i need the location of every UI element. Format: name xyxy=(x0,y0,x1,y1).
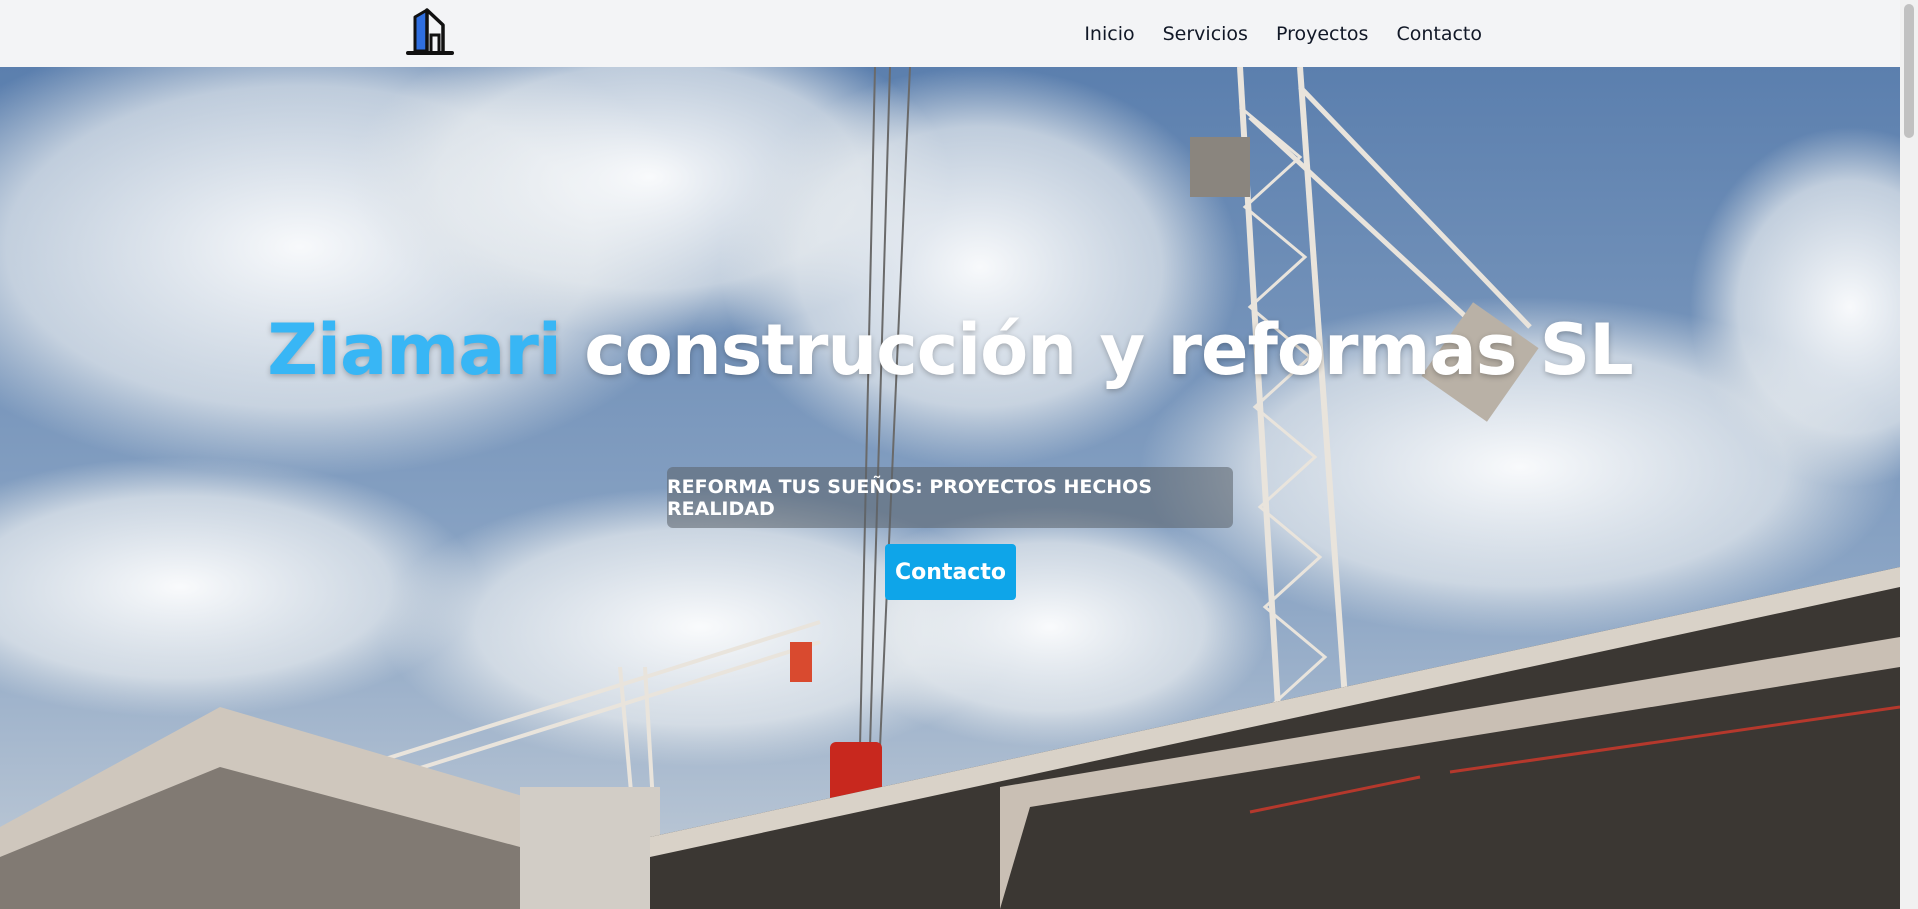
subtitle-banner: REFORMA TUS SUEÑOS: PROYECTOS HECHOS REA… xyxy=(667,467,1233,528)
nav-link-inicio[interactable]: Inicio xyxy=(1084,23,1134,45)
hero-title: Ziamari construcción y reformas SL xyxy=(0,312,1900,388)
main-nav: Inicio Servicios Proyectos Contacto xyxy=(1084,0,1482,67)
scrollbar-thumb[interactable] xyxy=(1904,4,1914,138)
site-header: Inicio Servicios Proyectos Contacto xyxy=(0,0,1900,67)
hero-title-rest: construcción y reformas SL xyxy=(560,309,1633,391)
page-scrollbar[interactable] xyxy=(1900,0,1918,909)
nav-link-servicios[interactable]: Servicios xyxy=(1163,23,1248,45)
nav-link-contacto[interactable]: Contacto xyxy=(1396,23,1482,45)
building-logo-icon[interactable] xyxy=(405,7,455,57)
nav-link-proyectos[interactable]: Proyectos xyxy=(1276,23,1369,45)
hero-section: Ziamari construcción y reformas SL REFOR… xyxy=(0,67,1900,909)
contact-cta-button[interactable]: Contacto xyxy=(885,544,1016,600)
hero-content: Ziamari construcción y reformas SL REFOR… xyxy=(0,67,1900,909)
brand-name: Ziamari xyxy=(267,309,562,391)
hero-subtitle: REFORMA TUS SUEÑOS: PROYECTOS HECHOS REA… xyxy=(667,475,1153,520)
